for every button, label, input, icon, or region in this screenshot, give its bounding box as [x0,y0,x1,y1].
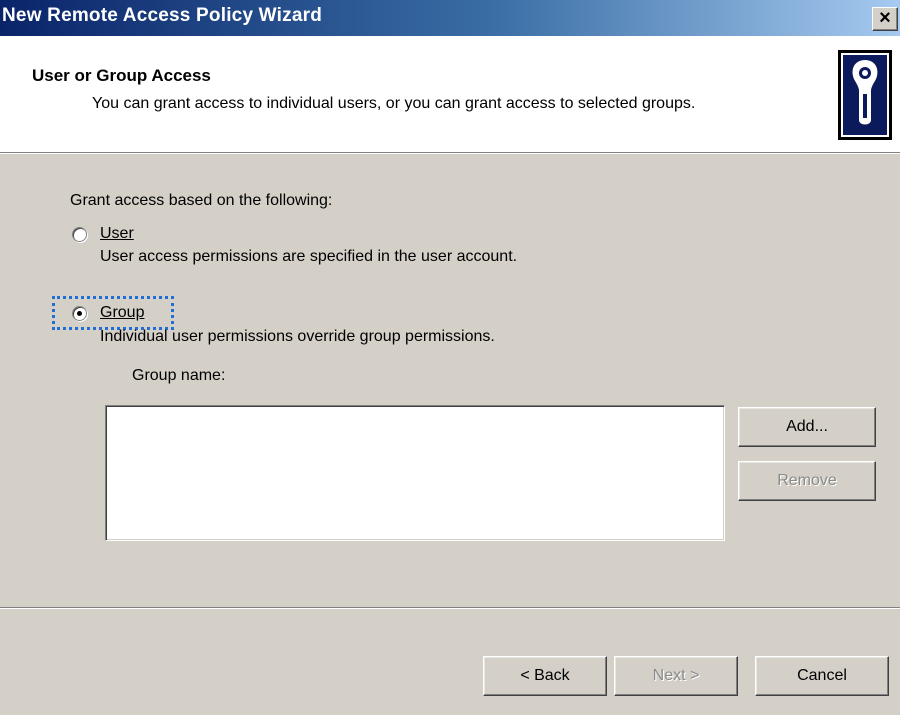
group-option-label[interactable]: Group [100,304,144,322]
close-button[interactable]: × [872,7,898,31]
group-option-description: Individual user permissions override gro… [100,328,495,345]
add-button[interactable]: Add... [738,407,876,447]
footer-divider [0,607,900,609]
group-name-list[interactable] [105,405,725,541]
back-button[interactable]: < Back [483,656,607,696]
wizard-header: User or Group Access You can grant acces… [0,36,900,152]
radio-selected-dot [77,311,82,316]
close-icon: × [879,7,891,29]
page-title: User or Group Access [32,66,211,85]
security-key-icon [838,50,892,140]
group-name-label: Group name: [132,367,226,384]
remove-button[interactable]: Remove [738,461,876,501]
user-radio[interactable] [72,227,87,242]
user-option-description: User access permissions are specified in… [100,248,518,265]
page-description: You can grant access to individual users… [92,95,696,112]
grant-access-label: Grant access based on the following: [70,192,333,209]
wizard-content: Grant access based on the following: Use… [0,154,900,604]
window-title: New Remote Access Policy Wizard [2,5,322,26]
user-option-text: User [100,225,134,242]
user-option-label[interactable]: User [100,225,134,243]
next-button[interactable]: Next > [614,656,738,696]
cancel-button[interactable]: Cancel [755,656,889,696]
group-radio[interactable] [72,306,87,321]
title-bar[interactable]: New Remote Access Policy Wizard × [0,0,900,36]
group-option-text: Group [100,304,145,321]
